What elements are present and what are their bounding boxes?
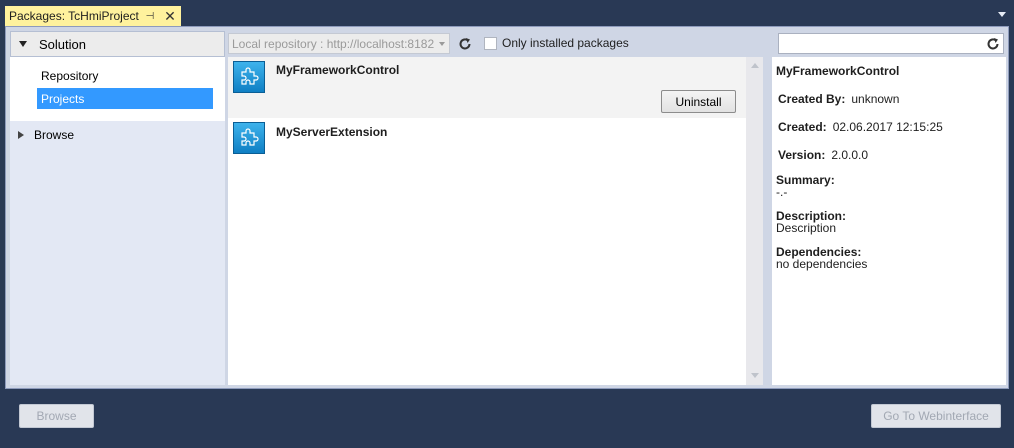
- browse-button[interactable]: Browse: [19, 404, 94, 428]
- summary-block: Summary: -.-: [776, 174, 835, 198]
- description-block: Description: Description: [776, 210, 846, 234]
- chevron-down-icon: [439, 42, 445, 46]
- repository-select-value: Local repository : http://localhost:8182: [232, 36, 435, 51]
- solution-children: Repository Projects: [10, 57, 225, 121]
- package-name: MyServerExtension: [276, 125, 388, 139]
- created-value: 02.06.2017 12:15:25: [832, 120, 943, 134]
- sidebar-item-solution[interactable]: Solution: [10, 31, 225, 57]
- title-bar: Packages: TcHmiProject ⊣ ✕: [0, 0, 1014, 26]
- scroll-down-icon[interactable]: [751, 373, 759, 378]
- package-name: MyFrameworkControl: [276, 63, 400, 77]
- only-installed-checkbox[interactable]: [484, 37, 497, 50]
- sidebar: Solution Repository Projects Browse: [10, 31, 225, 385]
- pin-icon[interactable]: ⊣: [143, 11, 157, 22]
- refresh-icon: [459, 38, 471, 50]
- sidebar-item-browse[interactable]: Browse: [10, 125, 225, 145]
- document-tab[interactable]: Packages: TcHmiProject ⊣ ✕: [5, 6, 181, 26]
- sidebar-item-label: Solution: [39, 36, 86, 52]
- summary-value: -.-: [776, 185, 788, 199]
- created-by-label: Created By:: [778, 92, 846, 106]
- repository-select[interactable]: Local repository : http://localhost:8182: [228, 33, 450, 54]
- close-icon[interactable]: ✕: [163, 9, 177, 23]
- created-by-row: Created By: unknown: [778, 92, 899, 106]
- list-item[interactable]: MyFrameworkControl Uninstall: [228, 57, 746, 118]
- sidebar-item-label: Browse: [34, 128, 75, 142]
- package-list: MyFrameworkControl Uninstall MyServerExt…: [228, 57, 746, 385]
- go-to-webinterface-button[interactable]: Go To Webinterface: [871, 404, 1001, 428]
- version-row: Version: 2.0.0.0: [778, 148, 868, 162]
- puzzle-icon: [233, 61, 265, 93]
- tab-title: Packages: TcHmiProject: [9, 9, 139, 23]
- package-list-scrollbar[interactable]: [746, 57, 763, 385]
- window-menu-chevron-icon[interactable]: [998, 12, 1006, 17]
- version-value: 2.0.0.0: [831, 148, 869, 162]
- scroll-up-icon[interactable]: [751, 63, 759, 68]
- refresh-button[interactable]: [455, 34, 475, 54]
- dependencies-value: no dependencies: [776, 257, 868, 271]
- description-value: Description: [776, 221, 837, 235]
- package-details: MyFrameworkControl Created By: unknown Cr…: [772, 57, 1006, 385]
- packages-panel: Solution Repository Projects Browse Loca…: [5, 26, 1009, 389]
- search-input[interactable]: [778, 33, 1004, 54]
- expand-right-icon: [18, 131, 24, 139]
- details-title: MyFrameworkControl: [776, 64, 900, 78]
- sidebar-item-repository[interactable]: Repository: [37, 65, 213, 86]
- refresh-icon[interactable]: [985, 36, 1001, 52]
- created-label: Created:: [778, 120, 827, 134]
- uninstall-button[interactable]: Uninstall: [661, 90, 736, 113]
- only-installed-label: Only installed packages: [502, 36, 629, 50]
- version-label: Version:: [778, 148, 826, 162]
- expand-down-icon: [19, 41, 27, 47]
- puzzle-icon: [233, 122, 265, 154]
- dependencies-block: Dependencies: no dependencies: [776, 246, 867, 270]
- created-row: Created: 02.06.2017 12:15:25: [778, 120, 943, 134]
- sidebar-item-projects[interactable]: Projects: [37, 88, 213, 109]
- list-item[interactable]: MyServerExtension: [228, 118, 746, 158]
- created-by-value: unknown: [851, 92, 900, 106]
